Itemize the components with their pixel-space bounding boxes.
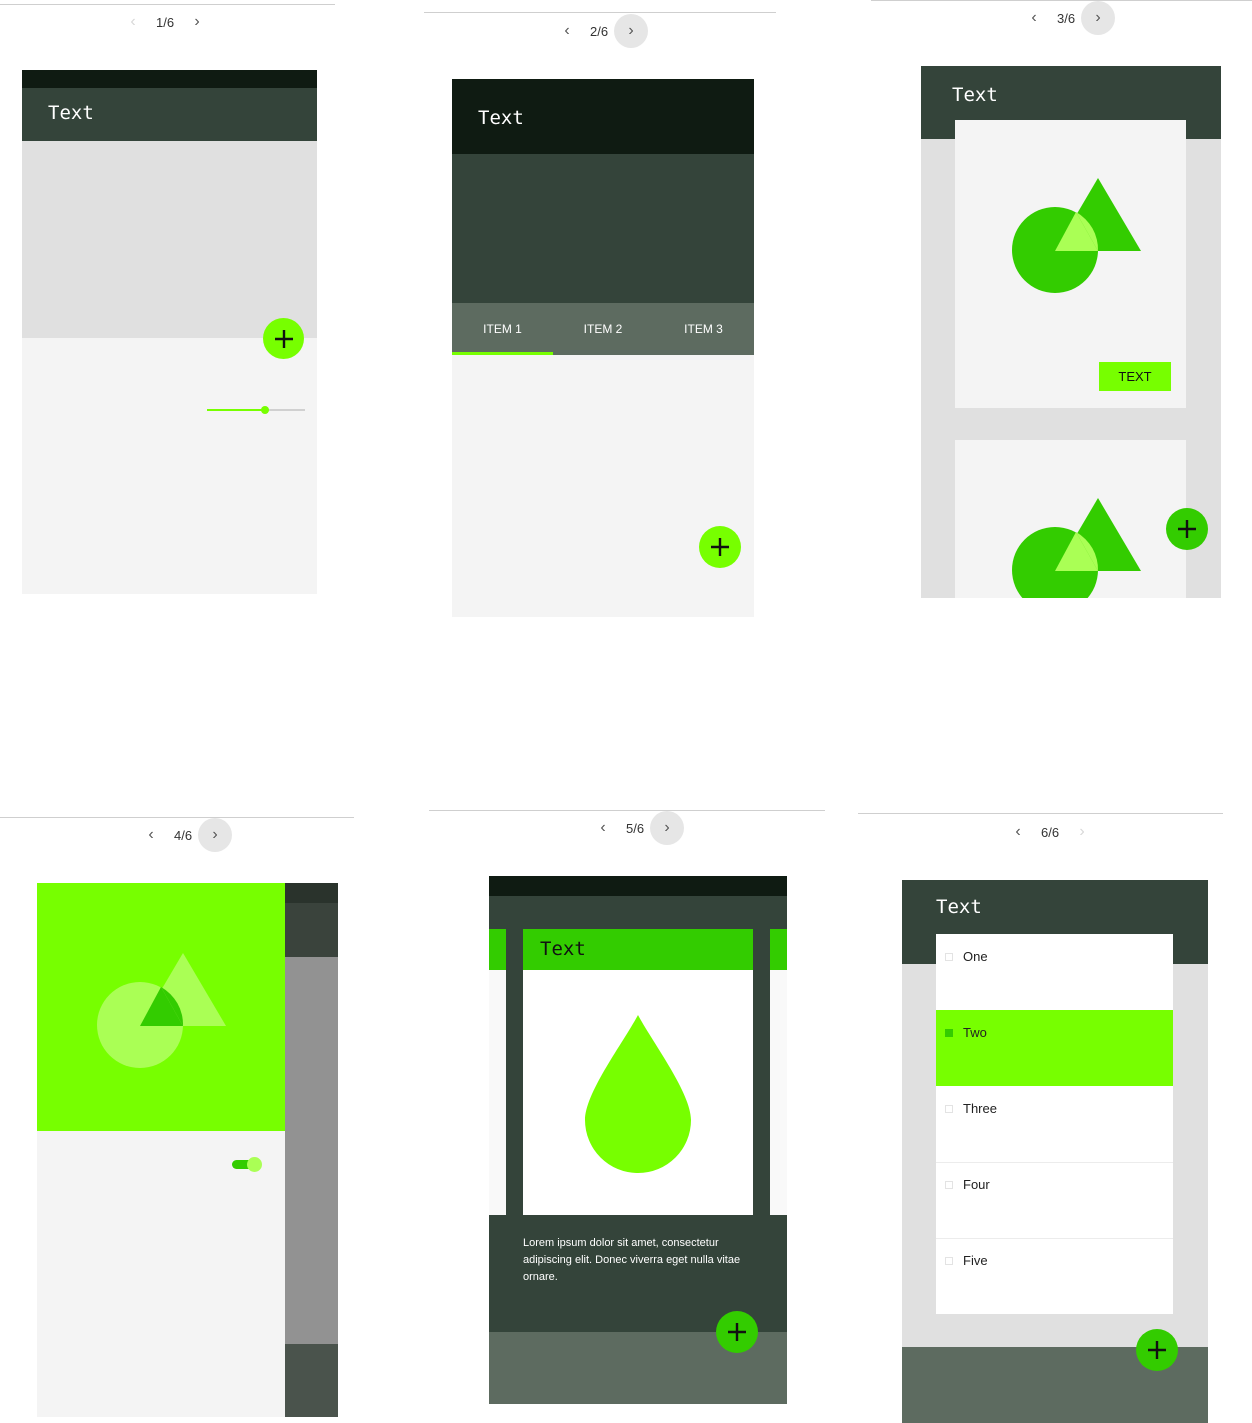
chevron-left-icon[interactable]: ‹ xyxy=(1017,1,1051,35)
checkbox[interactable] xyxy=(945,1105,953,1113)
divider xyxy=(858,813,1223,814)
pager: ‹ 3/6 › xyxy=(1017,1,1116,35)
plus-icon xyxy=(1178,520,1196,538)
app-bar-title: Text xyxy=(936,896,982,918)
tab-item-1[interactable]: ITEM 1 xyxy=(452,303,553,355)
app-bar: Text xyxy=(22,88,317,141)
body-text: Lorem ipsum dolor sit amet, consectetur … xyxy=(523,1237,741,1283)
chevron-right-icon[interactable]: › xyxy=(1065,815,1099,849)
list-item[interactable]: Five xyxy=(936,1238,1173,1314)
status-bar xyxy=(22,70,317,88)
tab-item-3[interactable]: ITEM 3 xyxy=(653,303,754,355)
tab-item-2[interactable]: ITEM 2 xyxy=(553,303,653,355)
app-bar: Text xyxy=(452,79,754,154)
peek-page-right xyxy=(770,970,787,1215)
plus-icon xyxy=(728,1323,746,1341)
checkbox[interactable] xyxy=(945,1181,953,1189)
chevron-right-icon[interactable]: › xyxy=(650,811,685,845)
gutter xyxy=(506,929,523,1215)
pager: ‹ 2/6 › xyxy=(550,14,649,48)
card[interactable] xyxy=(955,440,1186,598)
list-item-selected[interactable]: Two xyxy=(936,1010,1173,1086)
app-bar-title: Text xyxy=(952,84,998,106)
add-fab[interactable] xyxy=(699,526,741,568)
list-item[interactable]: Four xyxy=(936,1162,1173,1239)
card-title: Text xyxy=(540,938,586,960)
chevron-right-icon[interactable]: › xyxy=(1081,1,1116,35)
app-bar xyxy=(285,903,338,957)
divider xyxy=(424,12,776,13)
add-fab[interactable] xyxy=(263,318,304,359)
gutter xyxy=(753,929,770,1215)
detail-card[interactable]: Text xyxy=(523,929,753,1215)
shapes-illustration xyxy=(97,953,226,1068)
screen-mockup xyxy=(37,883,338,1417)
slider-fill xyxy=(207,409,265,411)
page-counter: 3/6 xyxy=(1057,10,1076,26)
page-counter: 4/6 xyxy=(174,827,193,843)
checkbox[interactable] xyxy=(945,1257,953,1265)
chevron-left-icon[interactable]: ‹ xyxy=(134,818,168,852)
chevron-left-icon[interactable]: ‹ xyxy=(116,5,150,39)
water-drop-icon xyxy=(585,1015,691,1173)
checkbox[interactable] xyxy=(945,1029,953,1037)
checkbox[interactable] xyxy=(945,953,953,961)
header-extension xyxy=(452,154,754,303)
chevron-right-icon[interactable]: › xyxy=(198,818,233,852)
pager: ‹ 1/6 › xyxy=(116,5,214,39)
page-counter: 6/6 xyxy=(1041,824,1060,840)
plus-icon xyxy=(274,329,293,348)
bottom-bar xyxy=(285,1344,338,1417)
add-fab[interactable] xyxy=(1166,508,1208,550)
page-counter: 1/6 xyxy=(156,14,175,30)
card-header: Text xyxy=(523,929,753,970)
slider-track[interactable] xyxy=(207,406,305,414)
app-bar-title: Text xyxy=(48,102,94,124)
card[interactable]: TEXT xyxy=(955,120,1186,408)
hero-image xyxy=(37,883,285,1131)
list-item[interactable]: Three xyxy=(936,1086,1173,1163)
chevron-left-icon[interactable]: ‹ xyxy=(586,811,620,845)
add-fab[interactable] xyxy=(716,1311,758,1353)
page-counter: 5/6 xyxy=(626,820,645,836)
status-bar xyxy=(489,876,787,896)
plus-icon xyxy=(711,538,729,556)
hero-area xyxy=(22,141,317,338)
status-bar xyxy=(285,883,338,903)
page-counter: 2/6 xyxy=(590,23,609,39)
chevron-right-icon[interactable]: › xyxy=(614,14,649,48)
plus-icon xyxy=(1148,1341,1166,1359)
toggle-switch[interactable] xyxy=(232,1157,263,1172)
pager: ‹ 4/6 › xyxy=(134,818,233,852)
peek-page-left xyxy=(489,970,506,1215)
tab-bar: ITEM 1 ITEM 2 ITEM 3 xyxy=(452,303,754,355)
chevron-left-icon[interactable]: ‹ xyxy=(550,14,584,48)
list-item[interactable]: One xyxy=(936,934,1173,1011)
pager: ‹ 5/6 › xyxy=(586,811,685,845)
tab-indicator xyxy=(452,352,553,355)
switch-thumb xyxy=(247,1157,262,1172)
add-fab[interactable] xyxy=(1136,1329,1178,1371)
pager: ‹ 6/6 › xyxy=(1001,815,1099,849)
shapes-illustration xyxy=(1012,178,1141,293)
text-button[interactable]: TEXT xyxy=(1099,362,1171,391)
shapes-illustration xyxy=(1012,498,1141,598)
list: One Two Three Four Five xyxy=(936,934,1173,1314)
slider-thumb[interactable] xyxy=(261,406,269,414)
side-sheet xyxy=(285,883,338,1417)
chevron-right-icon[interactable]: › xyxy=(180,5,214,39)
chevron-left-icon[interactable]: ‹ xyxy=(1001,815,1035,849)
app-bar-title: Text xyxy=(478,107,524,129)
